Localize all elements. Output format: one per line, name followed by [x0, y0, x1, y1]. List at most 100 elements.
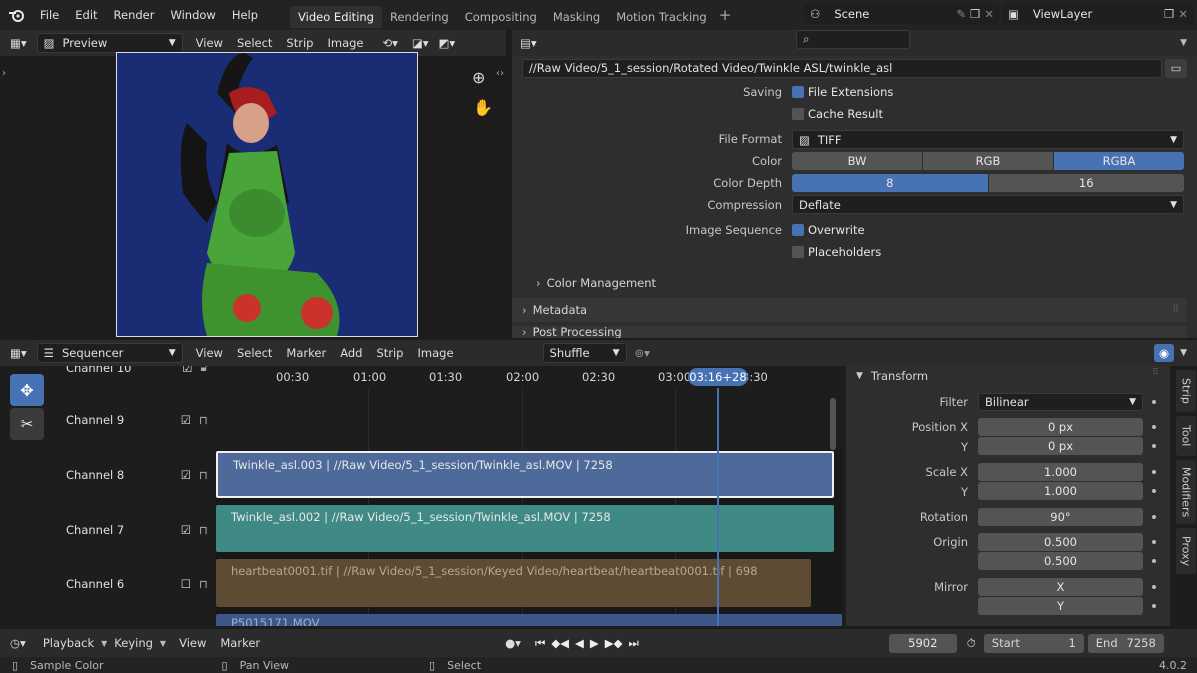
properties-search[interactable]: ⌕ [796, 30, 910, 49]
seq-menu-strip[interactable]: Strip [369, 346, 410, 360]
rotation-field[interactable]: 90° [978, 508, 1143, 526]
current-frame-field[interactable]: 5902 [888, 633, 957, 653]
stopwatch-icon[interactable]: ⏱ [967, 636, 976, 651]
delete-scene-icon[interactable]: ✕ [984, 7, 994, 21]
metadata-panel[interactable]: › Metadata ⠿ [512, 298, 1187, 322]
keyframe-dot-icon[interactable] [1152, 444, 1156, 448]
lock-icon[interactable]: 🔓︎ [201, 366, 208, 375]
preview-menu-select[interactable]: Select [230, 36, 279, 50]
lock-icon[interactable]: ⊓ [199, 413, 208, 427]
depth-16-button[interactable]: 16 [988, 174, 1184, 192]
origin-x-field[interactable]: 0.500 [978, 533, 1143, 551]
mute-checkbox-icon[interactable]: ☑ [181, 468, 191, 482]
viewlayer-selector[interactable]: ▣ ViewLayer ❐ ✕ [1002, 4, 1194, 24]
menu-playback[interactable]: Playback [36, 636, 101, 650]
position-x-field[interactable]: 0 px [978, 418, 1143, 436]
start-frame-field[interactable]: Start 1 [983, 633, 1084, 653]
color-rgb-button[interactable]: RGB [923, 152, 1053, 170]
output-path-field[interactable]: //Raw Video/5_1_session/Rotated Video/Tw… [522, 58, 1162, 78]
menu-marker[interactable]: Marker [213, 636, 267, 650]
mirror-x-toggle[interactable]: X [978, 578, 1143, 596]
collapse-right-icon[interactable]: ‹› [496, 68, 504, 79]
sequencer-mode-dropdown[interactable]: ☰ Sequencer ▼ [36, 343, 183, 363]
overlays-icon[interactable]: ◉ [1154, 344, 1175, 362]
tab-motion-tracking[interactable]: Motion Tracking [608, 6, 715, 28]
editor-type-icon[interactable]: ▦▾ [10, 346, 27, 360]
mute-checkbox-icon[interactable]: ☐ [181, 577, 191, 591]
scene-selector[interactable]: ⚇ Scene ✎ ❐ ✕ [804, 4, 1000, 24]
menu-view[interactable]: View [172, 636, 213, 650]
overlay-icon[interactable]: ◪▾ [412, 36, 429, 50]
blade-tool-icon[interactable]: ✂ [10, 408, 44, 440]
vertical-scrollbar[interactable] [830, 398, 836, 450]
seq-menu-view[interactable]: View [189, 346, 230, 360]
transform-header[interactable]: ▼ Transform [856, 366, 928, 386]
mute-checkbox-icon[interactable]: ☑ [181, 523, 191, 537]
tab-rendering[interactable]: Rendering [382, 6, 457, 28]
placeholders-checkbox[interactable]: Placeholders [792, 245, 881, 259]
chevron-down-icon[interactable]: ▼ [1180, 348, 1187, 358]
shuffle-dropdown[interactable]: Shuffle ▼ [542, 343, 627, 363]
lock-icon[interactable]: ⊓ [199, 577, 208, 591]
new-scene-icon[interactable]: ❐ [970, 7, 980, 21]
tab-modifiers[interactable]: Modifiers [1176, 460, 1196, 524]
preview-canvas[interactable]: › ‹› ⊕ ✋ [0, 52, 506, 338]
mute-checkbox-icon[interactable]: ☑ [181, 413, 191, 427]
post-processing-panel[interactable]: › Post Processing [512, 326, 1187, 338]
delete-viewlayer-icon[interactable]: ✕ [1178, 7, 1188, 21]
seq-menu-select[interactable]: Select [230, 346, 279, 360]
jump-end-icon[interactable]: ⏭ [628, 636, 638, 651]
menu-keying[interactable]: Keying [107, 636, 160, 650]
keyframe-dot-icon[interactable] [1152, 489, 1156, 493]
keyframe-dot-icon[interactable] [1152, 425, 1156, 429]
scale-y-field[interactable]: 1.000 [978, 482, 1143, 500]
menu-render[interactable]: Render [106, 0, 163, 30]
collapse-left-icon[interactable]: › [2, 68, 6, 79]
playhead-line[interactable] [717, 388, 719, 626]
drag-handle-icon[interactable]: ⠿ [1152, 368, 1159, 378]
gizmo-icon[interactable]: ◩▾ [439, 36, 456, 50]
zoom-icon[interactable]: ⊕ [472, 68, 485, 87]
tab-proxy[interactable]: Proxy [1176, 528, 1196, 574]
mute-checkbox-icon[interactable]: ☑ [182, 366, 192, 375]
playhead-label[interactable]: 03:16+28 [688, 368, 748, 386]
origin-y-field[interactable]: 0.500 [978, 552, 1143, 570]
prev-keyframe-icon[interactable]: ◆◀ [551, 636, 569, 650]
preview-menu-strip[interactable]: Strip [279, 36, 320, 50]
strip-twinkle-003[interactable]: Twinkle_asl.003 | //Raw Video/5_1_sessio… [216, 451, 834, 498]
menu-help[interactable]: Help [224, 0, 266, 30]
play-reverse-icon[interactable]: ◀ [575, 636, 584, 650]
tab-strip[interactable]: Strip [1176, 370, 1196, 412]
snap-magnet-icon[interactable]: ⊚▾ [635, 346, 650, 360]
strip-heartbeat[interactable]: heartbeat0001.tif | //Raw Video/5_1_sess… [216, 559, 811, 607]
strip-timeline[interactable]: 00:30 01:00 01:30 02:00 02:30 03:00 3:30… [216, 366, 842, 626]
seq-menu-add[interactable]: Add [333, 346, 369, 360]
preview-menu-image[interactable]: Image [320, 36, 370, 50]
keyframe-dot-icon[interactable] [1152, 540, 1156, 544]
tab-video-editing[interactable]: Video Editing [290, 6, 382, 28]
tab-compositing[interactable]: Compositing [457, 6, 545, 28]
keyframe-dot-icon[interactable] [1152, 515, 1156, 519]
keyframe-dot-icon[interactable] [1152, 400, 1156, 404]
keyframe-dot-icon[interactable] [1152, 585, 1156, 589]
jump-start-icon[interactable]: ⏮ [535, 636, 545, 651]
pivot-icon[interactable]: ⟲▾ [383, 36, 398, 50]
strip-p5015171[interactable]: P5015171.MOV [216, 614, 842, 626]
lock-icon[interactable]: ⊓ [199, 468, 208, 482]
seq-menu-image[interactable]: Image [411, 346, 461, 360]
properties-options-icon[interactable]: ▼ [1180, 38, 1187, 48]
menu-edit[interactable]: Edit [67, 0, 105, 30]
compression-dropdown[interactable]: Deflate ▼ [792, 195, 1184, 214]
move-tool-icon[interactable]: ✥ [10, 374, 44, 406]
color-management-panel[interactable]: › Color Management [536, 276, 656, 290]
record-icon[interactable]: ●▾ [505, 636, 521, 650]
depth-8-button[interactable]: 8 [792, 174, 988, 192]
clock-editor-icon[interactable]: ◷▾ [10, 636, 26, 650]
seq-menu-marker[interactable]: Marker [279, 346, 333, 360]
tab-masking[interactable]: Masking [545, 6, 608, 28]
file-extensions-checkbox[interactable]: File Extensions [792, 85, 893, 99]
preview-menu-view[interactable]: View [189, 36, 230, 50]
add-workspace-icon[interactable]: + [719, 6, 732, 24]
tab-tool[interactable]: Tool [1176, 416, 1196, 456]
pin-icon[interactable]: ✎ [956, 7, 966, 21]
